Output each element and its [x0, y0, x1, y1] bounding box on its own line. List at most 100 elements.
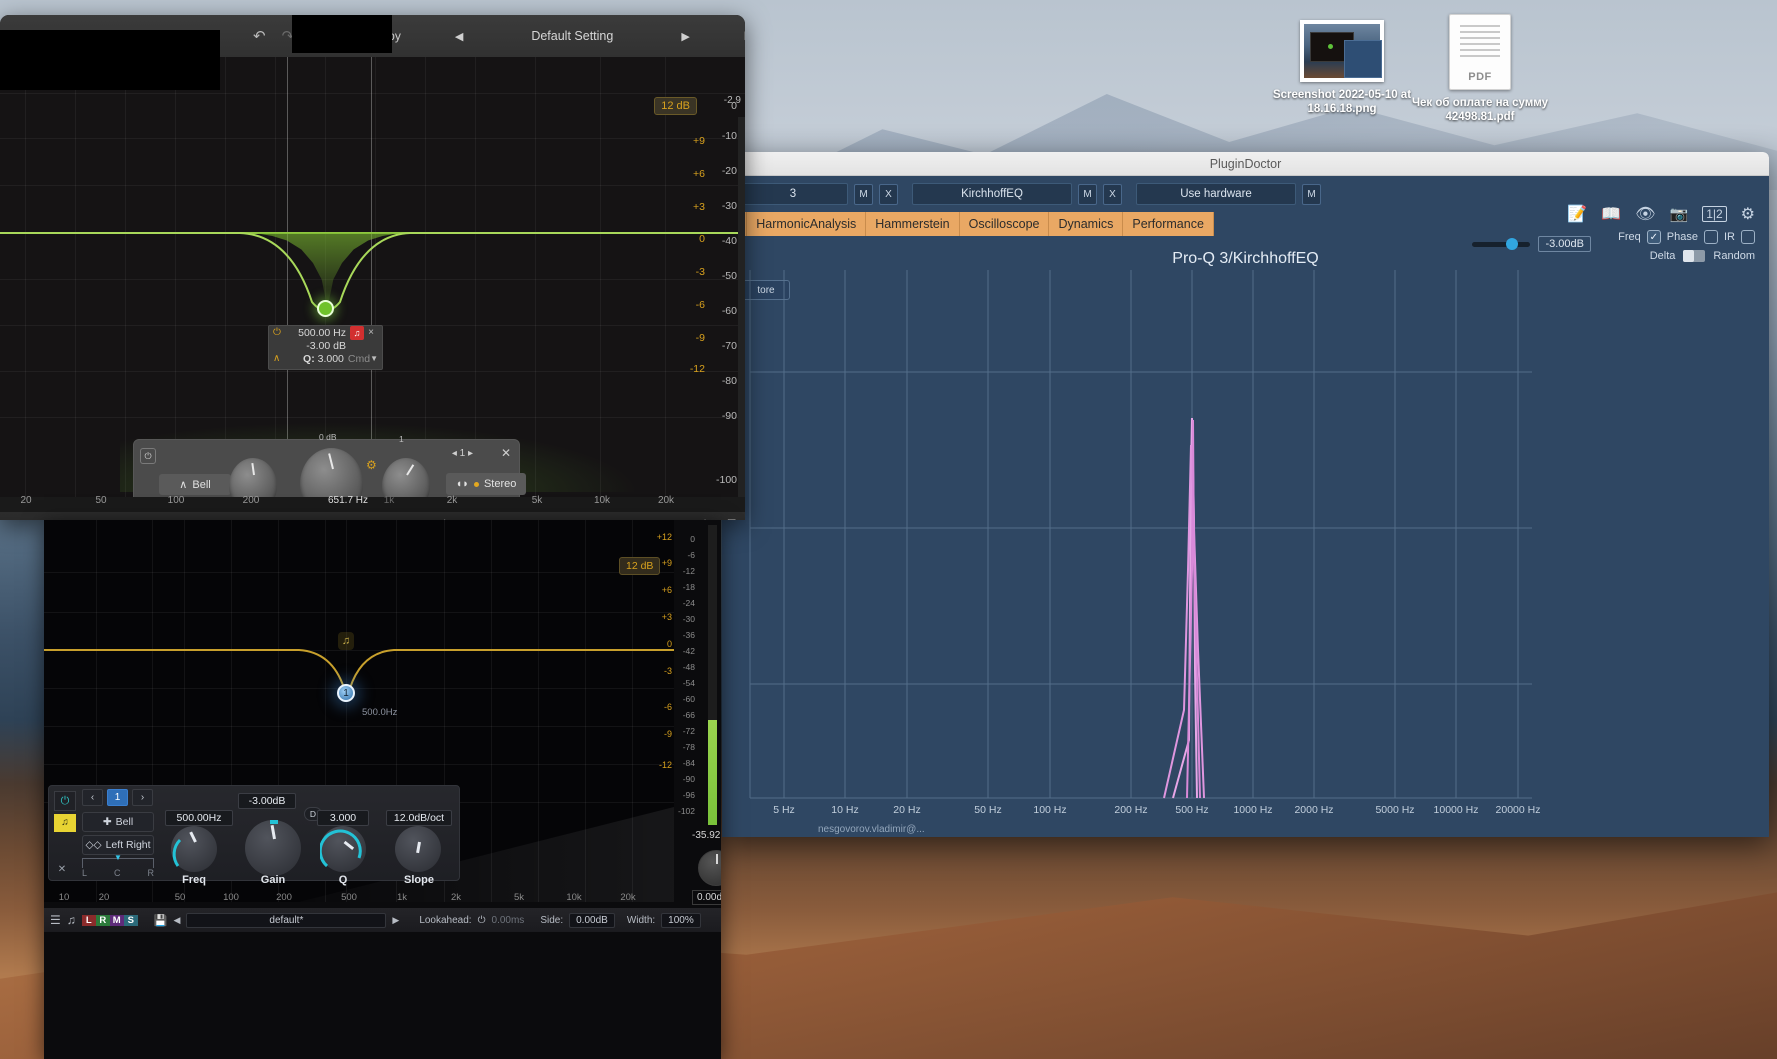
- hamburger-icon[interactable]: ☰: [50, 913, 61, 927]
- headphone-icon[interactable]: ♫: [54, 814, 76, 832]
- close-icon[interactable]: ✕: [501, 446, 511, 460]
- band-tooltip[interactable]: ⏻ 500.00 Hz ♫ × -3.00 dB ∧ Q: 3.000 Cmd …: [268, 325, 383, 370]
- preset-name[interactable]: Default Setting: [523, 29, 621, 43]
- q-knob[interactable]: [382, 458, 430, 497]
- midi-learn-button[interactable]: DI Learn: [0, 518, 40, 521]
- plugin-b-mute-button[interactable]: M: [1078, 183, 1097, 205]
- tab-harmonicanalysis[interactable]: HarmonicAnalysis: [747, 212, 867, 236]
- band-prev-icon[interactable]: ◂: [452, 448, 457, 459]
- freq-knob[interactable]: [229, 458, 277, 497]
- occluder-panel-a: [0, 30, 220, 90]
- freq-checkbox[interactable]: ✓: [1646, 230, 1661, 244]
- band-shape-button[interactable]: ✚ Bell: [82, 812, 154, 832]
- tab-dynamics[interactable]: Dynamics: [1049, 212, 1124, 236]
- freq-value[interactable]: 500.00Hz: [165, 810, 233, 826]
- band-index[interactable]: 1: [107, 789, 128, 806]
- side-value[interactable]: 0.00dB: [569, 912, 615, 928]
- desktop-icon-screenshot[interactable]: Screenshot 2022-05-10 at 18.16.18.png: [1262, 20, 1422, 116]
- gear-icon[interactable]: ⚙: [366, 458, 377, 472]
- tab-oscilloscope[interactable]: Oscilloscope: [959, 212, 1050, 236]
- bell-icon[interactable]: ∧: [273, 353, 285, 364]
- freq-knob[interactable]: [171, 826, 217, 872]
- eq-band-node[interactable]: [317, 300, 334, 317]
- help-button[interactable]: Help: [736, 29, 745, 43]
- gain-axis: +9 +6 +3 0 -3 -6 -9 -12: [663, 99, 705, 497]
- gain-knob[interactable]: [245, 820, 301, 876]
- channel-m[interactable]: M: [109, 914, 124, 926]
- freq-tick: 1k: [396, 892, 408, 903]
- tab-performance[interactable]: Performance: [1123, 212, 1214, 236]
- slope-value[interactable]: 12.0dB/oct: [386, 810, 452, 826]
- plugin-b-close-button[interactable]: X: [1103, 183, 1122, 205]
- plugin-a-field[interactable]: 3: [738, 183, 848, 205]
- channel-buttons[interactable]: LRMS: [81, 914, 138, 926]
- width-value[interactable]: 100%: [661, 912, 701, 928]
- delta-toggle[interactable]: [1683, 250, 1706, 262]
- close-icon[interactable]: ✕: [54, 864, 70, 878]
- band-q[interactable]: Q: 3.000: [285, 353, 348, 365]
- stereo-button[interactable]: ◖◗ Stereo: [446, 473, 526, 495]
- close-icon[interactable]: ×: [364, 327, 378, 338]
- pan-right-label: R: [147, 868, 154, 878]
- headphone-icon[interactable]: ♫: [67, 913, 76, 927]
- desktop-icon-pdf[interactable]: PDF Чек об оплате на сумму 42498.81.pdf: [1400, 14, 1560, 124]
- band-frequency[interactable]: 500.00 Hz: [285, 327, 350, 339]
- level-slider[interactable]: [1472, 237, 1531, 250]
- channel-l[interactable]: L: [81, 914, 96, 926]
- preset-prev-icon[interactable]: ◀: [173, 915, 180, 926]
- plugin-a-close-button[interactable]: X: [879, 183, 898, 205]
- power-icon[interactable]: ⏻: [273, 327, 285, 338]
- freq-tick: 20: [20, 495, 32, 506]
- plugin-b-field[interactable]: KirchhoffEQ: [912, 183, 1072, 205]
- band-prev-button[interactable]: ‹: [82, 789, 103, 806]
- level-value[interactable]: -3.00dB: [1538, 236, 1591, 252]
- preset-next-button[interactable]: ▶: [673, 30, 697, 43]
- chevron-down-icon[interactable]: ▼: [370, 354, 378, 363]
- phase-checkbox[interactable]: [1704, 230, 1718, 244]
- headphone-icon[interactable]: ♫: [338, 632, 354, 650]
- camera-icon[interactable]: 📷: [1670, 205, 1689, 223]
- proq3-eq-display[interactable]: ⏻ 500.00 Hz ♫ × -3.00 dB ∧ Q: 3.000 Cmd …: [0, 57, 745, 497]
- save-icon[interactable]: 💾: [154, 914, 168, 927]
- eq-band-node[interactable]: 1: [337, 684, 355, 702]
- output-gain-value[interactable]: 0.00dB: [692, 890, 721, 905]
- band-pager[interactable]: ◂ 1 ▸: [452, 448, 473, 459]
- ir-checkbox[interactable]: [1741, 230, 1755, 244]
- plugin-a-mute-button[interactable]: M: [854, 183, 873, 205]
- band-gain[interactable]: -3.00 dB: [285, 340, 350, 352]
- gain-value[interactable]: -3.00dB: [238, 793, 296, 809]
- q-value[interactable]: 3.000: [317, 810, 369, 826]
- undo-icon[interactable]: ↶: [245, 27, 274, 45]
- preset-name[interactable]: default*: [186, 912, 387, 928]
- hardware-mute-button[interactable]: M: [1302, 183, 1321, 205]
- channel-r[interactable]: R: [95, 914, 110, 926]
- headphone-icon[interactable]: ♫: [350, 325, 364, 340]
- band-next-button[interactable]: ›: [132, 789, 153, 806]
- level-slider-handle[interactable]: [1506, 237, 1519, 250]
- channel-s[interactable]: S: [123, 914, 138, 926]
- resize-icon[interactable]: ⇱: [727, 518, 736, 521]
- pan-slider[interactable]: ▼ L C R: [82, 853, 154, 878]
- preset-prev-button[interactable]: ◀: [447, 30, 471, 43]
- lookahead-value[interactable]: 0.00ms: [492, 915, 525, 926]
- book-icon[interactable]: 📖: [1601, 204, 1621, 224]
- use-hardware-field[interactable]: Use hardware: [1136, 183, 1296, 205]
- eye-icon[interactable]: 👁: [1635, 204, 1655, 224]
- pan-handle[interactable]: ▼: [114, 853, 122, 862]
- gear-icon[interactable]: ⚙: [1741, 204, 1755, 224]
- q-knob[interactable]: [320, 826, 366, 872]
- band-next-icon[interactable]: ▸: [468, 448, 473, 459]
- band-shape-button[interactable]: ∧ Bell: [159, 474, 231, 495]
- frequency-response-plot[interactable]: tore 5 Hz 10 Hz 20 Hz 50 Hz 100 Hz 200 H…: [732, 270, 1762, 837]
- power-icon[interactable]: ⏻: [478, 915, 486, 926]
- notes-icon[interactable]: 📝: [1567, 204, 1587, 224]
- gain-knob[interactable]: [300, 448, 363, 497]
- preset-next-icon[interactable]: ▶: [392, 915, 399, 926]
- channel-mode-button[interactable]: ◇◇ Left Right: [82, 835, 154, 855]
- power-icon[interactable]: ⏻: [140, 448, 156, 464]
- tab-hammerstein[interactable]: Hammerstein: [866, 212, 960, 236]
- plugindoctor-titlebar[interactable]: PluginDoctor: [722, 152, 1769, 176]
- compare-icon[interactable]: 1|2: [1702, 206, 1727, 222]
- power-icon[interactable]: ⏻: [54, 791, 76, 811]
- slope-knob[interactable]: [395, 826, 441, 872]
